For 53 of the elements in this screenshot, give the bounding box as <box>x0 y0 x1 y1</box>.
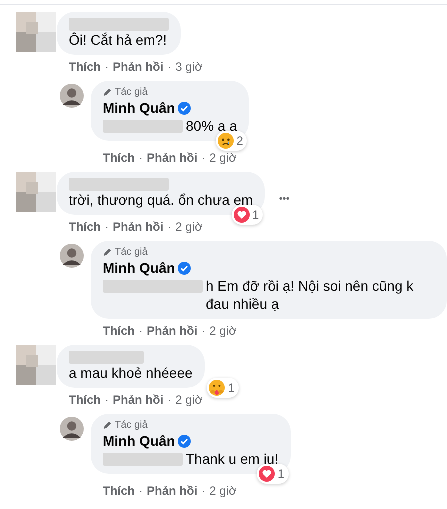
avatar-icon <box>60 244 84 268</box>
author-name: Minh Quân <box>103 259 176 277</box>
verified-icon <box>178 434 192 448</box>
separator-dot: · <box>202 151 206 165</box>
like-link[interactable]: Thích <box>69 220 101 234</box>
avatar-icon <box>60 84 84 108</box>
separator-dot: · <box>168 220 172 234</box>
separator-dot: · <box>202 324 206 338</box>
author-name: Minh Quân <box>103 99 176 117</box>
like-link[interactable]: Thích <box>103 484 135 498</box>
author-label: Tác giả <box>115 419 148 432</box>
timestamp: 2 giờ <box>210 484 237 498</box>
separator-dot: · <box>105 60 109 74</box>
separator-dot: · <box>168 60 172 74</box>
like-link[interactable]: Thích <box>103 151 135 165</box>
separator-dot: · <box>105 220 109 234</box>
reply-link[interactable]: Phản hồi <box>147 151 198 165</box>
reply-link[interactable]: Phản hồi <box>113 393 164 407</box>
more-button[interactable]: ••• <box>279 192 290 206</box>
reaction-count[interactable]: 2 <box>216 131 248 151</box>
reaction-count[interactable]: 1 <box>256 464 289 484</box>
timestamp: 2 giờ <box>210 151 237 165</box>
separator-dot: · <box>105 393 109 407</box>
reply-link[interactable]: Phản hồi <box>147 484 198 498</box>
reaction-count[interactable]: 1 <box>232 205 264 225</box>
comment-text: Ôi! Cắt hả em?! <box>69 31 168 49</box>
pen-icon <box>103 248 112 257</box>
separator-dot: · <box>168 393 172 407</box>
reply-link[interactable]: Phản hồi <box>113 220 164 234</box>
separator-dot: · <box>202 484 206 498</box>
separator-dot: · <box>139 151 143 165</box>
separator-dot: · <box>139 324 143 338</box>
separator-dot: · <box>139 484 143 498</box>
like-link[interactable]: Thích <box>69 60 101 74</box>
reply-link[interactable]: Phản hồi <box>113 60 164 74</box>
avatar-icon <box>60 417 84 441</box>
like-link[interactable]: Thích <box>69 393 101 407</box>
author-label: Tác giả <box>115 86 148 99</box>
verified-icon <box>178 262 192 274</box>
timestamp: 3 giờ <box>176 60 203 74</box>
author-label: Tác giả <box>115 246 148 259</box>
verified-icon <box>178 102 192 114</box>
reaction-count[interactable]: 1 <box>207 378 239 398</box>
timestamp: 2 giờ <box>176 393 203 407</box>
timestamp: 2 giờ <box>210 324 237 338</box>
pen-icon <box>103 421 112 430</box>
reply-text: h Em đỡ rồi ạ! Nội soi nên cũng k đau nhiều ạ <box>206 277 415 313</box>
pen-icon <box>103 88 112 97</box>
comment-text: a mau khoẻ nhéeee <box>69 364 193 382</box>
like-link[interactable]: Thích <box>103 324 135 338</box>
reply-link[interactable]: Phản hồi <box>147 324 198 338</box>
timestamp: 2 giờ <box>176 220 203 234</box>
author-name: Minh Quân <box>103 432 176 450</box>
